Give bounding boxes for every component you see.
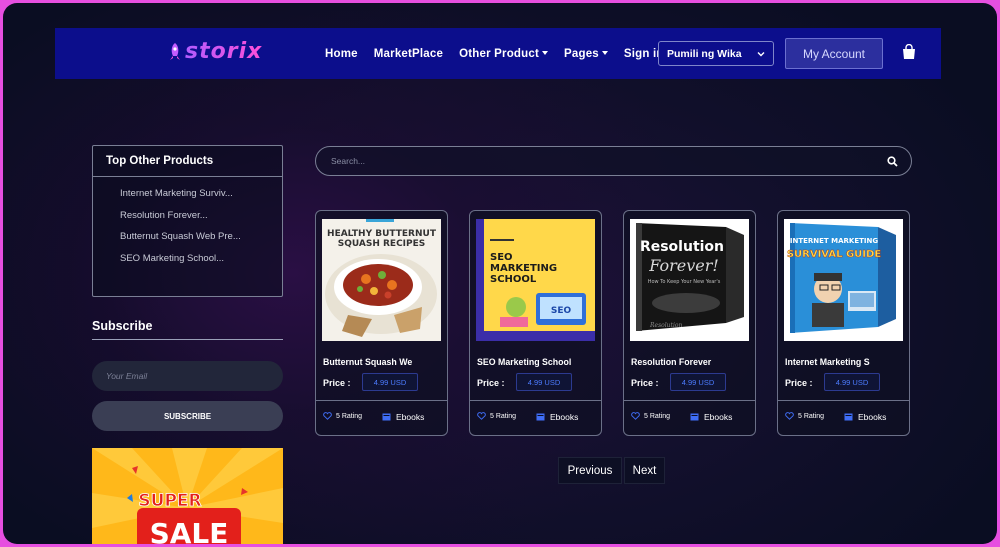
price-label: Price : <box>785 378 813 388</box>
product-cover-image[interactable]: SEO MARKETING SCHOOL SEO <box>476 219 595 341</box>
svg-text:MARKETING: MARKETING <box>490 263 557 274</box>
price-label: Price : <box>631 378 659 388</box>
nav-home[interactable]: Home <box>325 48 358 60</box>
svg-text:Forever!: Forever! <box>648 256 719 275</box>
price-label: Price : <box>323 378 351 388</box>
category[interactable]: Ebooks <box>536 412 578 422</box>
heart-icon <box>477 412 486 420</box>
top-product-link[interactable]: Resolution Forever... <box>120 210 282 232</box>
rating-text: 5 Rating <box>644 412 671 420</box>
nav-other-product[interactable]: Other Product <box>459 48 549 60</box>
rating: 5 Rating <box>785 412 824 420</box>
subscribe-heading: Subscribe <box>92 319 153 333</box>
svg-text:SCHOOL: SCHOOL <box>490 274 537 285</box>
category[interactable]: Ebooks <box>844 412 886 422</box>
rating-text: 5 Rating <box>798 412 825 420</box>
svg-text:SURVIVAL GUIDE: SURVIVAL GUIDE <box>787 249 881 260</box>
price-badge: 4.99 USD <box>670 373 726 391</box>
nav-menu: Home MarketPlace Other Product Pages Sig… <box>325 28 680 79</box>
card-divider <box>316 400 447 401</box>
heart-icon <box>631 412 640 420</box>
rating: 5 Rating <box>323 412 362 420</box>
top-product-link[interactable]: Butternut Squash Web Pre... <box>120 231 282 253</box>
page-frame: storix Home MarketPlace Other Product Pa… <box>3 3 997 544</box>
ebook-icon <box>844 413 853 421</box>
svg-text:SQUASH RECIPES: SQUASH RECIPES <box>338 239 426 249</box>
search-bar[interactable] <box>315 146 912 176</box>
nav-marketplace[interactable]: MarketPlace <box>374 48 443 60</box>
rating: 5 Rating <box>477 412 516 420</box>
category-text: Ebooks <box>550 412 579 422</box>
price-badge: 4.99 USD <box>824 373 880 391</box>
product-card[interactable]: HEALTHY BUTTERNUT SQUASH RECIPES Buttern… <box>315 210 448 436</box>
storix-logo[interactable]: storix <box>167 39 262 64</box>
price-label: Price : <box>477 378 505 388</box>
next-button[interactable]: Next <box>624 457 665 484</box>
price-badge: 4.99 USD <box>362 373 418 391</box>
category-text: Ebooks <box>396 412 425 422</box>
card-divider <box>470 400 601 401</box>
product-cover-image[interactable]: HEALTHY BUTTERNUT SQUASH RECIPES <box>322 219 441 341</box>
caret-down-icon <box>601 51 608 56</box>
top-product-link[interactable]: SEO Marketing School... <box>120 253 282 275</box>
svg-text:Resolution: Resolution <box>649 322 682 329</box>
price-badge: 4.99 USD <box>516 373 572 391</box>
product-cover-image[interactable]: Resolution Forever! How To Keep Your New… <box>630 219 749 341</box>
heart-icon <box>785 412 794 420</box>
banner-super-text: SUPER <box>138 491 201 511</box>
ebook-icon <box>382 413 391 421</box>
nav-pages[interactable]: Pages <box>564 48 608 60</box>
product-title[interactable]: Internet Marketing S <box>785 357 870 367</box>
ebook-icon <box>690 413 699 421</box>
search-input[interactable] <box>329 155 887 167</box>
product-card[interactable]: INTERNET MARKETING SURVIVAL GUIDE Intern… <box>777 210 910 436</box>
language-select-value: Pumili ng Wika <box>667 47 742 60</box>
svg-text:Resolution: Resolution <box>640 239 724 255</box>
product-card[interactable]: SEO MARKETING SCHOOL SEO SEO Marketing S… <box>469 210 602 436</box>
language-select[interactable]: Pumili ng Wika <box>658 41 774 66</box>
svg-text:SEO: SEO <box>551 306 572 316</box>
product-title[interactable]: Butternut Squash We <box>323 357 412 367</box>
subscribe-button[interactable]: SUBSCRIBE <box>92 401 283 431</box>
svg-text:INTERNET MARKETING: INTERNET MARKETING <box>790 237 878 245</box>
top-products-panel: Top Other Products Internet Marketing Su… <box>92 145 283 297</box>
card-divider <box>624 400 755 401</box>
product-title[interactable]: SEO Marketing School <box>477 357 571 367</box>
super-sale-banner[interactable]: SUPER SALE <box>92 448 283 544</box>
my-account-button[interactable]: My Account <box>785 38 883 69</box>
category[interactable]: Ebooks <box>382 412 424 422</box>
top-products-title: Top Other Products <box>93 146 282 177</box>
sale-banner-graphic: SUPER SALE <box>92 448 283 544</box>
card-divider <box>778 400 909 401</box>
rating-text: 5 Rating <box>336 412 363 420</box>
banner-sale-text: SALE <box>150 517 229 544</box>
ebook-icon <box>536 413 545 421</box>
category-text: Ebooks <box>704 412 733 422</box>
svg-text:HEALTHY BUTTERNUT: HEALTHY BUTTERNUT <box>327 229 437 239</box>
rating-text: 5 Rating <box>490 412 517 420</box>
svg-text:SEO: SEO <box>490 252 513 263</box>
navbar: storix Home MarketPlace Other Product Pa… <box>55 28 941 79</box>
product-cover-image[interactable]: INTERNET MARKETING SURVIVAL GUIDE <box>784 219 903 341</box>
category-text: Ebooks <box>858 412 887 422</box>
heart-icon <box>323 412 332 420</box>
logo-text: storix <box>185 39 263 64</box>
shopping-bag-icon[interactable] <box>902 44 916 60</box>
email-field[interactable] <box>92 361 283 391</box>
chevron-down-icon <box>757 51 765 56</box>
rocket-icon <box>170 42 180 60</box>
subscribe-divider <box>92 339 283 340</box>
svg-text:How To Keep Your New Year's: How To Keep Your New Year's <box>648 279 721 285</box>
top-products-list: Internet Marketing Surviv... Resolution … <box>93 177 282 274</box>
top-product-link[interactable]: Internet Marketing Surviv... <box>120 188 282 210</box>
caret-down-icon <box>542 51 549 56</box>
product-title[interactable]: Resolution Forever <box>631 357 711 367</box>
rating: 5 Rating <box>631 412 670 420</box>
product-card[interactable]: Resolution Forever! How To Keep Your New… <box>623 210 756 436</box>
search-icon[interactable] <box>887 155 898 167</box>
previous-button[interactable]: Previous <box>558 457 622 484</box>
category[interactable]: Ebooks <box>690 412 732 422</box>
